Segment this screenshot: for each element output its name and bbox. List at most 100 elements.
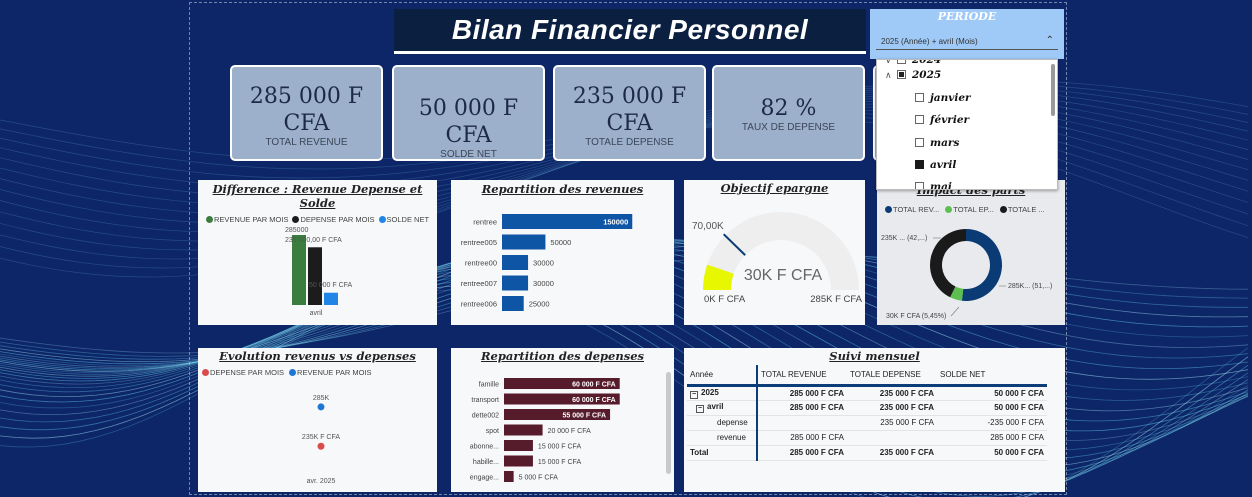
cell: 285 000 F CFA [756, 430, 847, 446]
kpi-solde-net[interactable]: 50 000 F CFA SOLDE NET [392, 65, 545, 161]
depenses-scrollbar[interactable] [666, 372, 671, 474]
depense-bar[interactable] [504, 424, 543, 436]
checkbox-checked-icon[interactable] [915, 160, 924, 169]
category-label: famille [479, 382, 499, 389]
data-label: 235 000,00 F CFA [285, 237, 342, 244]
cell: 50 000 F CFA [937, 385, 1047, 401]
periode-dropdown[interactable]: ∨ 2024 ∧ 2025 janvier février mars avril m… [876, 59, 1058, 190]
depense-bar[interactable] [504, 471, 514, 482]
collapse-icon[interactable]: − [696, 405, 704, 413]
report-title-text: Bilan Financier Personnel [451, 14, 809, 45]
periode-item-mai[interactable]: mai [915, 177, 952, 189]
row-label: revenue [687, 430, 757, 446]
legend-item-depense[interactable]: DEPENSE PAR MOIS [202, 368, 284, 377]
panel-depenses[interactable]: Repartition des depenses famille 60 000 F… [451, 348, 674, 492]
data-label: 150000 [603, 218, 628, 227]
difference-bar[interactable] [324, 292, 338, 305]
panel-difference[interactable]: Difference : Revenue Depense et Solde RE… [198, 180, 437, 325]
row-label: depense [687, 415, 757, 431]
difference-chart: 285000 235 000,00 F CFA 50 000 F CFA avril [285, 227, 353, 317]
revenue-bar[interactable] [502, 255, 529, 270]
donut-label: 30K F CFA (5,45%) [886, 313, 946, 320]
panel-suivi[interactable]: Suivi mensuel Année TOTAL REVENUE TOTALE… [684, 348, 1065, 492]
checkbox-icon[interactable] [915, 115, 924, 124]
checkbox-partial-icon[interactable] [897, 70, 906, 79]
periode-select[interactable]: 2025 (Année) + avril (Mois) ⌃ [876, 33, 1058, 50]
kpi-taux-depense-label: TAUX DE DEPENSE [741, 122, 836, 133]
legend-dot [289, 369, 297, 376]
periode-item-fevrier[interactable]: février [915, 110, 969, 130]
category-label: transport [471, 397, 499, 404]
table-row: −2025 285 000 F CFA 235 000 F CFA 50 000… [687, 385, 1047, 401]
row-label[interactable]: −2025 [687, 385, 757, 401]
evolution-chart: 285K 235K F CFA avr. 2025 [302, 395, 340, 485]
chevron-up-icon[interactable]: ⌃ [1046, 32, 1054, 49]
cell: 235 000 F CFA [847, 385, 937, 401]
periode-title: PERIODE [937, 10, 997, 23]
data-label: 15 000 F CFA [538, 444, 582, 451]
table-header-row: Année TOTAL REVENUE TOTALE DEPENSE SOLDE… [687, 365, 1047, 387]
kpi-totale-depense-value: 235 000 F CFA [572, 84, 687, 136]
kpi-total-revenue[interactable]: 285 000 F CFA TOTAL REVENUE [230, 65, 383, 161]
kpi-totale-depense[interactable]: 235 000 F CFA TOTALE DEPENSE [553, 65, 706, 161]
periode-item-avril[interactable]: avril [915, 155, 956, 175]
column-header-total-revenue[interactable]: TOTAL REVENUE [756, 365, 847, 387]
column-header-annee[interactable]: Année [687, 365, 757, 387]
cell [756, 415, 847, 431]
revenue-bar[interactable] [502, 275, 529, 291]
category-label: dette002 [472, 413, 499, 420]
periode-item-janvier[interactable]: janvier [915, 88, 971, 108]
donut-slice[interactable] [930, 229, 966, 298]
kpi-solde-net-value: 50 000 F CFA [418, 96, 519, 148]
gauge-max-label: 285K F CFA [810, 294, 862, 305]
checkbox-icon[interactable] [915, 138, 924, 147]
depense-bar[interactable] [504, 455, 533, 467]
category-label: rentree007 [461, 279, 497, 288]
kpi-totale-depense-label: TOTALE DEPENSE [585, 137, 674, 148]
legend-item-revenue[interactable]: REVENUE PAR MOIS [289, 368, 372, 377]
checkbox-icon[interactable] [915, 182, 924, 189]
panel-impact[interactable]: Impact des parts TOTAL REV... TOTAL EP..… [877, 180, 1065, 325]
difference-bar[interactable] [308, 247, 322, 305]
panel-epargne[interactable]: Objectif epargne 70,00K 30K F CFA 0K F CFA… [684, 180, 865, 325]
column-header-solde-net[interactable]: SOLDE NET [937, 365, 1047, 387]
checkbox-icon[interactable] [897, 60, 906, 64]
table-row: revenue 285 000 F CFA 285 000 F CFA [687, 430, 1047, 446]
gauge-target-label: 70,00K [692, 221, 724, 232]
category-label: rentree [473, 218, 497, 227]
revenue-point[interactable] [317, 403, 325, 411]
data-label: 285000 [285, 227, 308, 234]
kpi-taux-depense[interactable]: 82 % TAUX DE DEPENSE [712, 65, 865, 161]
depense-bar[interactable] [504, 440, 533, 451]
dropdown-scrollbar[interactable] [1051, 64, 1055, 116]
panel-difference-title: Difference : Revenue Depense et Solde [212, 182, 423, 210]
cell: 235 000 F CFA [847, 415, 937, 431]
donut-slice[interactable] [961, 229, 1002, 301]
data-label: 55 000 F CFA [562, 413, 606, 420]
depense-point[interactable] [317, 442, 325, 450]
cell: 285 000 F CFA [756, 400, 847, 416]
table-row: − avril 285 000 F CFA 235 000 F CFA 50 00… [687, 400, 1047, 416]
periode-item-mars[interactable]: mars [915, 133, 959, 153]
panel-evolution[interactable]: Evolution revenus vs depenses DEPENSE PA… [198, 348, 437, 492]
difference-bar[interactable] [292, 235, 306, 305]
revenue-bar[interactable] [502, 234, 546, 250]
cell: 50 000 F CFA [937, 400, 1047, 416]
chevron-up-icon[interactable]: ∧ [885, 66, 897, 86]
kpi-total-revenue-label: TOTAL REVENUE [265, 137, 348, 148]
column-header-totale-depense[interactable]: TOTALE DEPENSE [847, 365, 937, 387]
checkbox-icon[interactable] [915, 93, 924, 102]
periode-slicer[interactable]: PERIODE 2025 (Année) + avril (Mois) ⌃ [870, 9, 1064, 59]
collapse-icon[interactable]: − [690, 390, 698, 399]
epargne-gauge: 70,00K 30K F CFA 0K F CFA 285K F CFA [692, 212, 863, 305]
cell: 50 000 F CFA [937, 444, 1047, 461]
row-label[interactable]: − avril [687, 400, 757, 416]
revenue-bar[interactable] [502, 296, 524, 311]
table-row: depense 235 000 F CFA -235 000 F CFA [687, 415, 1047, 431]
periode-item-2025[interactable]: ∧ 2025 [885, 65, 941, 85]
data-label: 30000 [533, 259, 554, 268]
kpi-taux-depense-value: 82 % [760, 96, 817, 121]
panel-revenues[interactable]: Repartition des revenues rentree 150000 re… [451, 180, 674, 325]
periode-selected-value: 2025 (Année) + avril (Mois) [881, 37, 978, 46]
kpi-total-revenue-value: 285 000 F CFA [249, 84, 364, 136]
